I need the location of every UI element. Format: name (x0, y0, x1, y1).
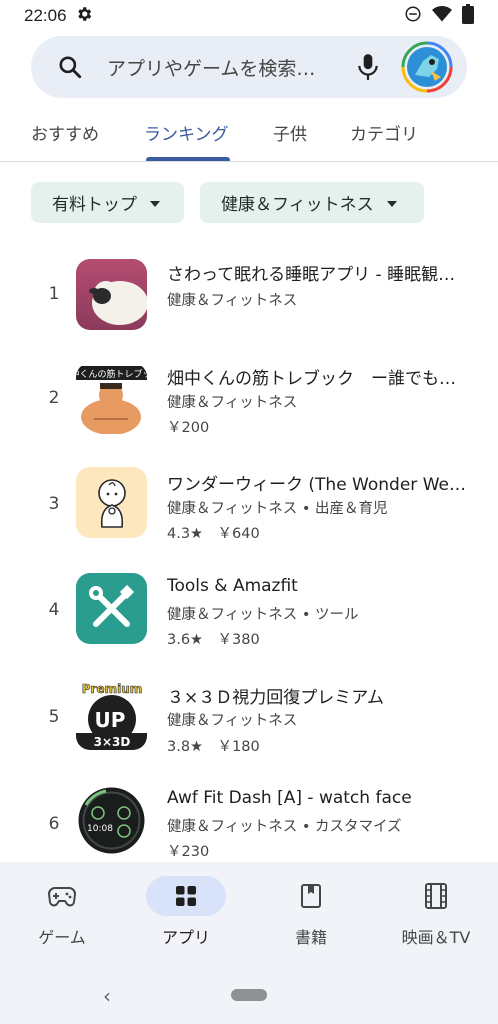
app5-icon-premium: Premium (82, 682, 143, 696)
app-list-item[interactable]: 1 さわって眠れる睡眠アプリ - 睡眠観… 健康＆フィットネス (0, 258, 498, 358)
film-icon (396, 876, 476, 916)
home-handle[interactable] (231, 989, 267, 1001)
rank-number: 4 (48, 600, 60, 620)
microphone-icon[interactable] (355, 53, 381, 85)
app-icon-watch-face: 10:08 (76, 785, 147, 856)
status-time: 22:06 (24, 6, 67, 25)
app-list-item[interactable]: 5 Premium UP 3×3D ３×３Ｄ視力回復プレミアム 健康＆フィットネ… (0, 679, 498, 779)
dropdown-caret-icon (386, 193, 398, 213)
filter-chip-health-fitness[interactable]: 健康＆フィットネス (200, 182, 424, 223)
tab-categories[interactable]: カテゴリ (350, 120, 418, 145)
app-icon-sheep (76, 259, 147, 330)
app-icon-tools (76, 573, 147, 644)
app-price: ￥200 (167, 420, 210, 436)
app-title: ワンダーウィーク (The Wonder We… (167, 475, 466, 495)
tab-ranking[interactable]: ランキング (144, 120, 229, 145)
app-icon-3x3d: Premium UP 3×3D (76, 679, 147, 750)
search-input[interactable]: アプリやゲームを検索… (107, 54, 315, 81)
app-title: さわって眠れる睡眠アプリ - 睡眠観… (167, 265, 456, 285)
dropdown-caret-icon (149, 193, 161, 213)
app-category: 健康＆フィットネス (167, 395, 298, 411)
app-list-item[interactable]: 3 ワンダーウィーク (The Wonder We… 健康＆フィットネス • 出… (0, 467, 498, 567)
app-category: 健康＆フィットネス • 出産＆育児 (167, 501, 388, 517)
search-bar[interactable]: アプリやゲームを検索… (31, 36, 467, 98)
nav-label: 映画＆TV (401, 928, 471, 947)
app-list-item[interactable]: 4 Tools & Amazfit 健康＆フィットネス • ツール 3.6★ ￥… (0, 573, 498, 673)
app-category: 健康＆フィットネス (167, 713, 298, 729)
nav-label: ゲーム (38, 928, 86, 947)
rank-number: 1 (48, 284, 60, 304)
gamepad-icon (22, 876, 102, 916)
filter-chip-label: 有料トップ (52, 195, 137, 215)
app-title: Awf Fit Dash [A] - watch face (167, 788, 412, 808)
active-tab-indicator (146, 157, 230, 161)
status-bar: 22:06 (0, 0, 498, 32)
tab-kids[interactable]: 子供 (273, 120, 307, 145)
system-gesture-bar: ‹ (0, 968, 498, 1024)
nav-label: アプリ (161, 928, 210, 947)
app-category: 健康＆フィットネス • ツール (167, 607, 359, 623)
rank-number: 3 (48, 494, 60, 514)
filter-chip-label: 健康＆フィットネス (221, 195, 374, 215)
settings-gear-icon (75, 5, 93, 27)
app-rating-price: 3.8★ ￥180 (167, 739, 260, 755)
account-avatar[interactable] (401, 41, 453, 93)
rank-number: 5 (48, 707, 60, 727)
wifi-icon (432, 5, 452, 27)
app-category: 健康＆フィットネス (167, 293, 298, 309)
nav-books[interactable]: 書籍 (249, 876, 373, 948)
app-price: ￥230 (167, 844, 210, 860)
category-tabs: おすすめ ランキング 子供 カテゴリ (0, 100, 498, 162)
book-icon (271, 876, 351, 916)
search-icon[interactable] (57, 54, 83, 84)
app-category: 健康＆フィットネス • カスタマイズ (167, 819, 402, 835)
back-chevron-icon[interactable]: ‹ (103, 984, 111, 1008)
app-rating-price: 4.3★ ￥640 (167, 526, 260, 542)
rank-number: 6 (48, 814, 60, 834)
app-list-item[interactable]: 2 畑中くんの筋トレブック 畑中くんの筋トレブック ー誰でも… 健康＆フィットネ… (0, 362, 498, 462)
app-title: Tools & Amazfit (167, 576, 298, 596)
nav-label: 書籍 (294, 928, 327, 947)
app-title: ３×３Ｄ視力回復プレミアム (167, 688, 385, 708)
app-icon-baby (76, 467, 147, 538)
app-rating-price: 3.6★ ￥380 (167, 632, 260, 648)
app6-icon-time: 10:08 (87, 824, 113, 834)
do-not-disturb-icon (404, 5, 422, 27)
app5-icon-up: UP (95, 708, 126, 732)
apps-grid-icon (146, 876, 226, 916)
filter-chip-top-paid[interactable]: 有料トップ (31, 182, 184, 223)
rank-number: 2 (48, 388, 60, 408)
app-title: 畑中くんの筋トレブック ー誰でも… (167, 369, 456, 389)
nav-games[interactable]: ゲーム (0, 876, 124, 948)
app-icon-muscle-book: 畑中くんの筋トレブック (76, 363, 147, 434)
app2-icon-text: 畑中くんの筋トレブック (76, 368, 147, 380)
tab-recommended[interactable]: おすすめ (31, 120, 99, 145)
nav-movies-tv[interactable]: 映画＆TV (374, 876, 498, 948)
battery-icon (462, 4, 474, 28)
app5-icon-3x3d: 3×3D (94, 735, 131, 749)
nav-apps[interactable]: アプリ (124, 876, 248, 948)
